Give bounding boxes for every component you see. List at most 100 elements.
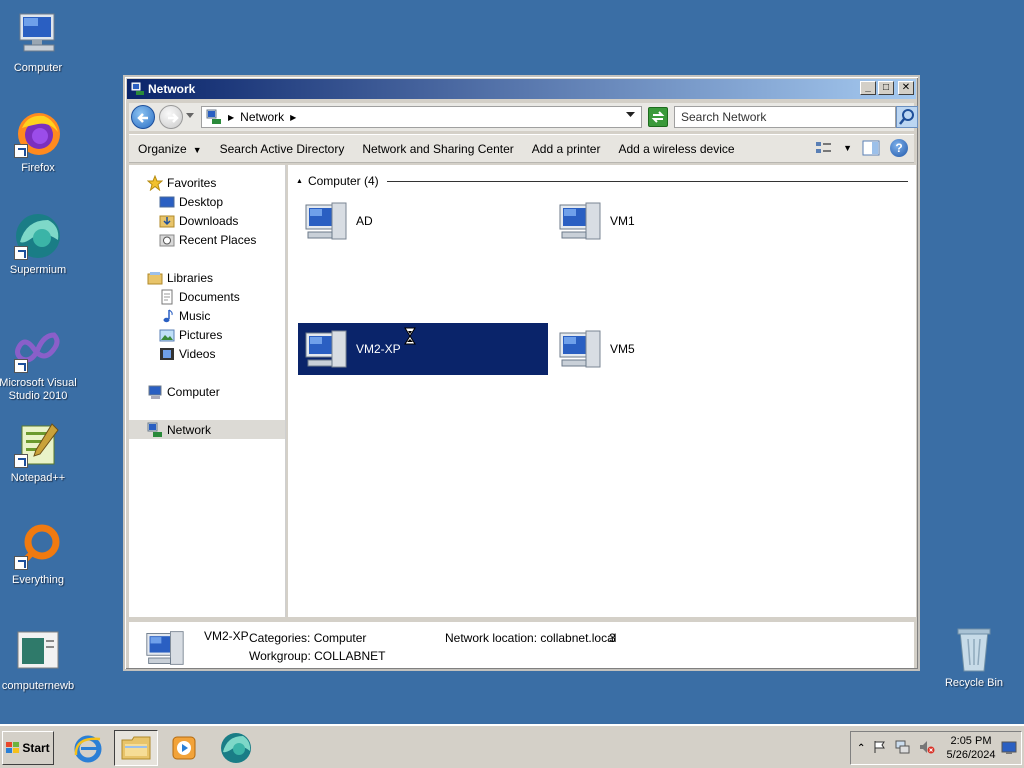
supermium-icon [221,733,251,763]
back-arrow-icon [137,113,148,123]
start-label: Start [22,741,50,755]
change-view-icon[interactable] [815,140,833,156]
history-dropdown-icon[interactable] [186,113,194,119]
show-desktop-icon[interactable] [1001,741,1017,755]
organize-menu[interactable]: Organize ▼ [129,142,211,156]
chevron-down-icon: ▼ [192,144,202,155]
taskbar-supermium[interactable] [214,730,258,766]
desktop-icon-supermium[interactable]: Supermium [0,212,78,277]
internet-explorer-icon [74,735,102,763]
window-image-icon [14,628,62,676]
folder-icon [121,736,151,760]
desktop-icon-label: Everything [12,574,64,586]
documents-icon [161,289,173,304]
network-item-vm1[interactable]: VM1 [552,195,802,247]
collapse-caret-icon[interactable]: ▲ [296,178,303,185]
network-icon [206,109,221,124]
add-printer-button[interactable]: Add a printer [523,142,610,156]
desktop-icon-computernewb[interactable]: computernewb [0,628,78,693]
nav-downloads[interactable]: Downloads [129,211,285,230]
search-button[interactable] [896,106,918,128]
start-button[interactable]: Start [2,731,54,765]
maximize-button[interactable]: □ [878,81,894,95]
minimize-button[interactable]: _ [860,81,876,95]
shortcut-arrow-icon [14,246,28,260]
search-icon [899,109,914,125]
preview-pane-icon[interactable] [862,140,880,156]
nav-pictures[interactable]: Pictures [129,325,285,344]
taskbar-windows-explorer[interactable] [114,730,158,766]
back-button[interactable] [131,105,155,129]
address-bar: ▶ Network ▶ Search Network [129,103,918,131]
network-icon [131,82,144,95]
clock-date: 5/26/2024 [946,749,996,761]
nav-network[interactable]: Network [129,420,285,439]
network-sharing-center-button[interactable]: Network and Sharing Center [353,142,522,156]
recent-places-icon [159,234,175,246]
action-center-flag-icon[interactable] [873,740,887,757]
system-tray: ⌃ 2:05 PM 5/26/2024 [850,731,1022,765]
volume-muted-icon[interactable] [919,740,935,757]
everything-search-icon [14,522,62,570]
nav-libraries[interactable]: Libraries [129,268,285,287]
breadcrumb-separator-icon[interactable]: ▶ [228,113,234,122]
computer-icon [146,631,184,665]
desktop-icon-recycle-bin[interactable]: Recycle Bin [934,625,1014,690]
firefox-icon [14,110,62,158]
nav-recent-places[interactable]: Recent Places [129,230,285,249]
taskbar-media-player[interactable] [162,730,206,766]
nav-computer[interactable]: Computer [129,382,285,401]
network-tray-icon[interactable] [895,740,911,757]
taskbar-internet-explorer[interactable] [66,730,110,766]
forward-button[interactable] [159,105,183,129]
desktop-icon-visual-studio[interactable]: Microsoft Visual Studio 2010 [0,325,78,403]
desktop-icon-label: Firefox [21,162,55,174]
close-button[interactable]: ✕ [898,81,914,95]
help-icon[interactable]: ? [890,139,908,157]
desktop-icon-firefox[interactable]: Firefox [0,110,78,175]
nav-desktop[interactable]: Desktop [129,192,285,211]
address-field[interactable]: ▶ Network ▶ [201,106,642,128]
video-film-icon [160,347,174,360]
computer-icon [559,202,601,240]
nav-favorites[interactable]: Favorites [129,173,285,192]
search-input[interactable]: Search Network [674,106,896,128]
desktop-icon-notepadpp[interactable]: Notepad++ [0,420,78,485]
taskbar: Start ⌃ 2:05 PM 5/26/2024 [0,724,1024,768]
nav-music[interactable]: Music [129,306,285,325]
view-options-chevron-icon[interactable]: ▼ [843,143,852,153]
command-bar: Organize ▼ Search Active Directory Networ… [129,134,914,163]
group-divider [386,180,908,182]
desktop-icon-everything[interactable]: Everything [0,522,78,587]
details-categories: Categories: Computer [249,631,367,645]
details-workgroup: Workgroup: COLLABNET [249,649,386,663]
breadcrumb-network[interactable]: Network [240,110,284,124]
group-header-computer[interactable]: ▲ Computer (4) [296,173,908,189]
refresh-button[interactable] [648,107,668,127]
navigation-pane: Favorites Desktop Downloads Recent Place… [129,165,286,617]
breadcrumb-separator-icon[interactable]: ▶ [290,113,296,122]
window-titlebar[interactable]: Network _ □ ✕ [127,79,916,99]
clock[interactable]: 2:05 PM 5/26/2024 [941,734,1001,762]
add-wireless-device-button[interactable]: Add a wireless device [609,142,743,156]
network-item-vm2-xp[interactable]: VM2-XP [298,323,548,375]
search-placeholder: Search Network [681,110,767,124]
details-network-location: Network location: collabnet.local [445,631,617,645]
desktop-icon-label: Supermium [9,264,67,276]
computer-icon [148,385,162,399]
search-active-directory-button[interactable]: Search Active Directory [211,142,354,156]
computer-icon [305,202,347,240]
network-item-vm5[interactable]: VM5 [552,323,802,375]
show-hidden-icons-icon[interactable]: ⌃ [857,743,865,754]
details-name: VM2-XP [204,629,249,643]
network-item-ad[interactable]: AD [298,195,548,247]
details-count: 3 [609,631,616,645]
details-pane: VM2-XP Categories: Computer Network loca… [129,620,914,668]
address-dropdown-icon[interactable] [626,112,635,118]
nav-videos[interactable]: Videos [129,344,285,363]
nav-documents[interactable]: Documents [129,287,285,306]
windows-logo-icon [6,742,20,753]
shortcut-arrow-icon [14,454,28,468]
desktop-icon-computer[interactable]: Computer [0,10,78,75]
computer-icon [559,330,601,368]
